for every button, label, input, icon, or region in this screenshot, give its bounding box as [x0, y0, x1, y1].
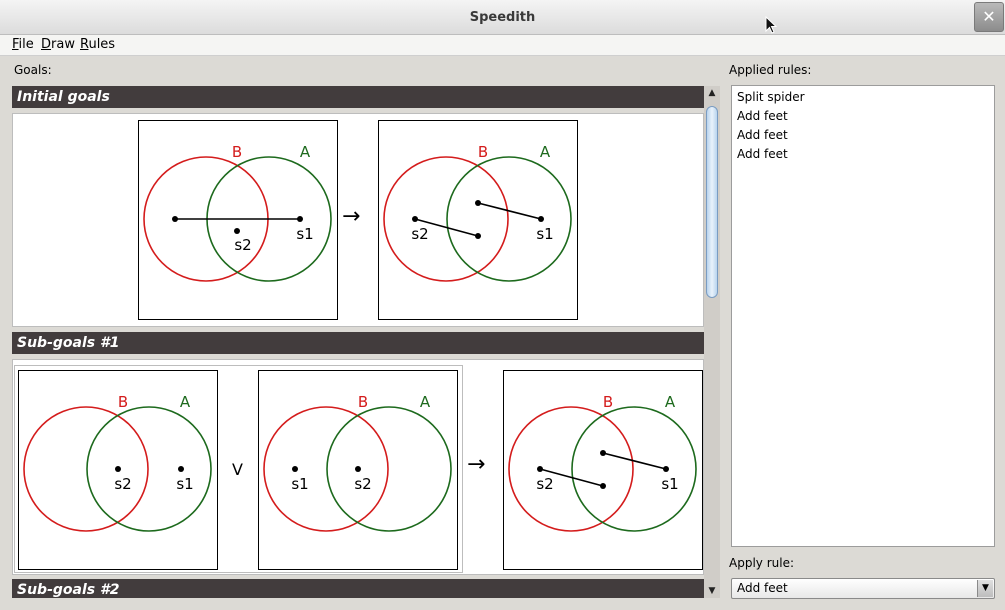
contour-label-b: B [232, 143, 242, 161]
list-item[interactable]: Add feet [737, 107, 989, 126]
chevron-down-icon[interactable]: ▼ [977, 580, 993, 597]
sub-goals-1-panel: B A s2 s1 V B A s1 s2 → B A s2 s1 [12, 359, 704, 575]
list-item[interactable]: Split spider [737, 88, 989, 107]
applied-rules-label: Applied rules: [729, 63, 812, 77]
spider-label-s1: s1 [296, 225, 313, 243]
menu-draw[interactable]: Draw [41, 37, 75, 52]
spider-diagram[interactable]: B A s1 s2 [258, 370, 458, 570]
contour-label-a: A [300, 143, 311, 161]
goals-panel[interactable]: Initial goals B A s1 s2 → B A s1 s2 Sub-… [12, 86, 704, 598]
svg-text:s1: s1 [536, 225, 553, 243]
menu-rules[interactable]: Rules [80, 37, 115, 52]
section-initial-goals: Initial goals [12, 86, 704, 108]
goals-scrollbar[interactable]: ▲ ▼ [704, 86, 720, 598]
spider-diagram[interactable]: B A s2 s1 [503, 370, 703, 570]
svg-text:A: A [665, 393, 676, 411]
list-item[interactable]: Add feet [737, 126, 989, 145]
list-item[interactable]: Add feet [737, 145, 989, 164]
disjunction-symbol: V [232, 460, 243, 479]
menu-bar: File Draw Rules [0, 35, 1005, 56]
svg-text:s2: s2 [114, 475, 131, 493]
spider-label-s2: s2 [234, 236, 251, 254]
scroll-up-icon[interactable]: ▲ [704, 86, 720, 100]
svg-text:s1: s1 [661, 475, 678, 493]
implies-arrow: → [342, 204, 361, 229]
goals-label: Goals: [14, 63, 52, 77]
svg-text:B: B [478, 143, 488, 161]
apply-rule-label: Apply rule: [729, 556, 794, 570]
svg-text:A: A [540, 143, 551, 161]
svg-text:B: B [603, 393, 613, 411]
applied-rules-list[interactable]: Split spider Add feet Add feet Add feet [731, 85, 995, 547]
window-title: Speedith [469, 10, 536, 25]
title-bar: Speedith ✕ [0, 0, 1005, 35]
svg-text:A: A [180, 393, 191, 411]
svg-text:s1: s1 [291, 475, 308, 493]
implies-arrow: → [467, 452, 486, 477]
svg-text:s2: s2 [354, 475, 371, 493]
scroll-thumb[interactable] [706, 106, 718, 298]
apply-rule-select[interactable]: Add feet ▼ [731, 578, 995, 599]
menu-file[interactable]: File [12, 37, 34, 52]
mouse-cursor-icon [765, 16, 778, 34]
spider-diagram[interactable]: B A s1 s2 [138, 120, 338, 320]
spider-diagram[interactable]: B A s2 s1 [18, 370, 218, 570]
section-sub-goals-2: Sub-goals #2 [12, 579, 704, 598]
svg-text:s1: s1 [176, 475, 193, 493]
initial-goals-panel: B A s1 s2 → B A s1 s2 [12, 113, 704, 327]
svg-text:A: A [420, 393, 431, 411]
section-sub-goals-1: Sub-goals #1 [12, 332, 704, 354]
scroll-down-icon[interactable]: ▼ [704, 584, 720, 598]
close-button[interactable]: ✕ [974, 2, 1004, 32]
svg-text:s2: s2 [536, 475, 553, 493]
svg-text:B: B [358, 393, 368, 411]
svg-text:B: B [118, 393, 128, 411]
spider-diagram[interactable]: B A s1 s2 [378, 120, 578, 320]
apply-rule-value: Add feet [737, 581, 788, 595]
svg-text:s2: s2 [411, 225, 428, 243]
